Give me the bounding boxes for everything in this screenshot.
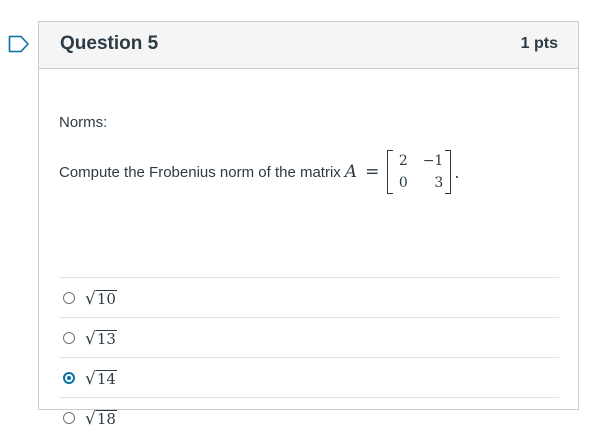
answer-radicand: 10 [95,290,117,309]
square-root-expression: √ 10 [85,287,117,308]
answer-radicand: 18 [95,410,117,429]
matrix-cell: 2 [398,153,408,169]
matrix-cell: −1 [422,153,444,169]
square-root-icon: √ [85,288,96,309]
radio-button-icon[interactable] [63,411,75,424]
question-card: Question 5 1 pts Norms: Compute the Frob… [38,21,579,427]
question-points: 1 pts [520,35,558,52]
answer-option-2[interactable]: √ 13 [59,317,559,357]
question-header: Question 5 1 pts [39,22,578,69]
square-root-expression: √ 13 [85,327,117,348]
flag-question-icon[interactable] [8,35,30,53]
prompt-period: . [454,162,460,182]
matrix-grid: 2 −1 0 3 [393,150,445,194]
square-root-expression: √ 18 [85,407,117,428]
answer-radicand: 13 [95,330,117,349]
square-root-expression: √ 14 [85,367,117,388]
answer-option-4[interactable]: √ 18 [59,397,559,437]
answer-radicand: 14 [95,370,117,389]
matrix-cell: 3 [434,175,444,191]
square-root-icon: √ [85,328,96,349]
matrix-right-bracket [445,150,452,194]
question-title: Question 5 [60,33,159,54]
question-topic: Norms: [59,114,108,131]
question-prompt: Compute the Frobenius norm of the matrix… [59,147,459,197]
answer-list: √ 10 √ 13 √ 14 √ 18 [59,277,559,437]
radio-button-icon[interactable] [63,291,75,304]
equals-sign: = [365,162,380,182]
matrix-variable: A [344,162,358,182]
square-root-icon: √ [85,368,96,389]
matrix-cell: 0 [398,175,408,191]
square-root-icon: √ [85,408,96,429]
matrix: 2 −1 0 3 [387,150,452,194]
answer-option-3[interactable]: √ 14 [59,357,559,397]
radio-button-selected-icon[interactable] [63,371,75,384]
answer-option-1[interactable]: √ 10 [59,277,559,317]
radio-button-icon[interactable] [63,331,75,344]
question-prompt-text: Compute the Frobenius norm of the matrix [59,163,341,181]
